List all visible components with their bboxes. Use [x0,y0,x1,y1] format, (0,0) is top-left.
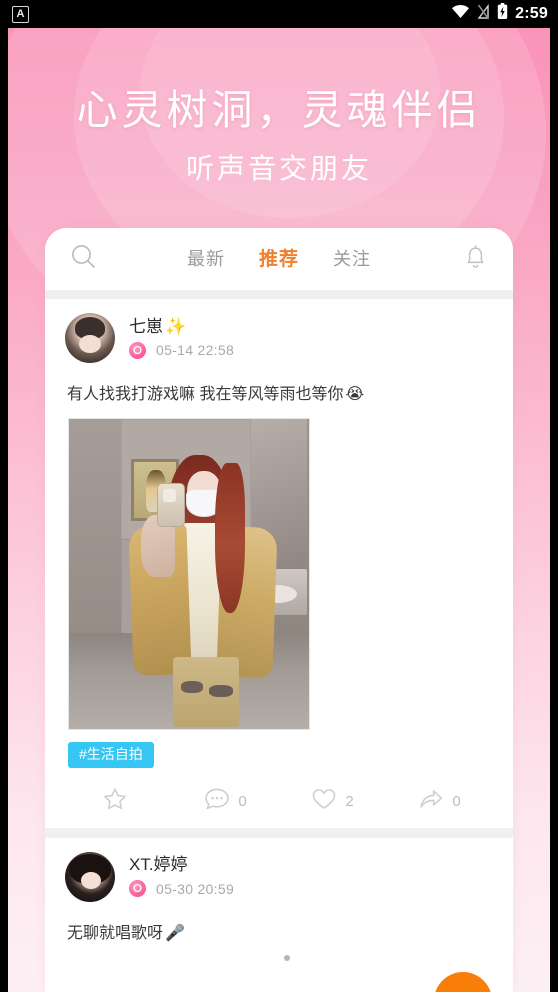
status-bar-left: A [12,5,29,23]
loading-dot-indicator [284,955,290,961]
crying-emoji-icon: 😭 [345,386,365,403]
tab-following[interactable]: 关注 [333,250,371,268]
app-glyph-icon: A [12,5,29,23]
tab-recommend[interactable]: 推荐 [259,250,299,269]
navbar-divider [45,290,513,299]
photo-subject-hair-front [215,463,245,614]
bell-icon [463,244,488,275]
feed-card: 最新 推荐 关注 七崽 ✨ 05-14 22:58 有人找我打游戏嘛 我在等风等… [45,228,513,992]
post-meta: 七崽 ✨ 05-14 22:58 [129,318,234,359]
post-timestamp: 05-30 20:59 [156,880,235,897]
post-body-text: 无聊就唱歌呀 🎤 [65,910,493,955]
heart-icon [311,787,337,816]
post-body-text-content: 有人找我打游戏嘛 我在等风等雨也等你 [67,386,344,403]
post-tag[interactable]: #生活自拍 [68,742,154,768]
comment-count: 0 [238,793,247,811]
post-header: XT.婷婷 05-30 20:59 [65,838,493,910]
post-username[interactable]: 七崽 ✨ [129,318,234,335]
post-body-text: 有人找我打游戏嘛 我在等风等雨也等你 😭 [65,371,493,416]
phone-screen: A 2:59 心灵树洞，灵魂伴侣 听声音交朋友 最新 推荐 关注 七崽 ✨ 05… [0,0,558,992]
like-count: 2 [345,793,354,811]
feed-navbar: 最新 推荐 关注 [45,228,513,290]
post-actions: 0 2 0 [65,776,493,828]
photo-subject-rip-right [209,685,233,698]
post-image[interactable] [68,418,310,731]
search-button[interactable] [67,243,99,275]
post-username[interactable]: XT.婷婷 [129,856,234,873]
post-header: 七崽 ✨ 05-14 22:58 [65,299,493,371]
photo-subject-rip-left [181,681,203,694]
wifi-icon [451,4,470,24]
share-button[interactable]: 0 [386,787,493,816]
share-icon [418,787,444,816]
share-count: 0 [452,793,461,811]
feed-tabs: 最新 推荐 关注 [99,250,459,269]
star-icon [102,786,128,817]
tab-latest[interactable]: 最新 [187,250,225,268]
comment-icon [204,787,230,816]
search-icon [70,243,97,275]
post-item[interactable]: 七崽 ✨ 05-14 22:58 有人找我打游戏嘛 我在等风等雨也等你 😭 #生… [45,299,513,828]
avatar[interactable] [65,851,115,902]
voice-badge-icon [129,341,146,359]
post-time-row: 05-30 20:59 [129,880,235,898]
photo-subject-phone [157,483,185,528]
comment-button[interactable]: 0 [172,787,279,816]
post-divider [45,827,513,838]
battery-charging-icon [497,3,508,25]
signal-icon [477,3,490,25]
favorite-button[interactable] [65,786,172,817]
post-meta: XT.婷婷 05-30 20:59 [129,856,235,898]
post-username-text: XT.婷婷 [129,855,188,875]
status-time: 2:59 [515,5,548,22]
post-time-row: 05-14 22:58 [129,341,235,359]
post-item[interactable]: XT.婷婷 05-30 20:59 无聊就唱歌呀 � [45,837,513,955]
post-timestamp: 05-14 22:58 [156,342,235,358]
status-bar: A 2:59 [0,0,558,28]
post-body-text-content: 无聊就唱歌呀 [67,924,164,942]
voice-badge-icon [129,880,146,898]
avatar[interactable] [65,313,115,363]
notifications-button[interactable] [459,243,491,275]
post-username-text: 七崽 [129,316,163,336]
status-bar-right: 2:59 [451,3,548,25]
like-button[interactable]: 2 [279,787,386,816]
sparkles-emoji-icon: ✨ [165,316,187,336]
microphone-emoji-icon: 🎤 [165,924,185,942]
